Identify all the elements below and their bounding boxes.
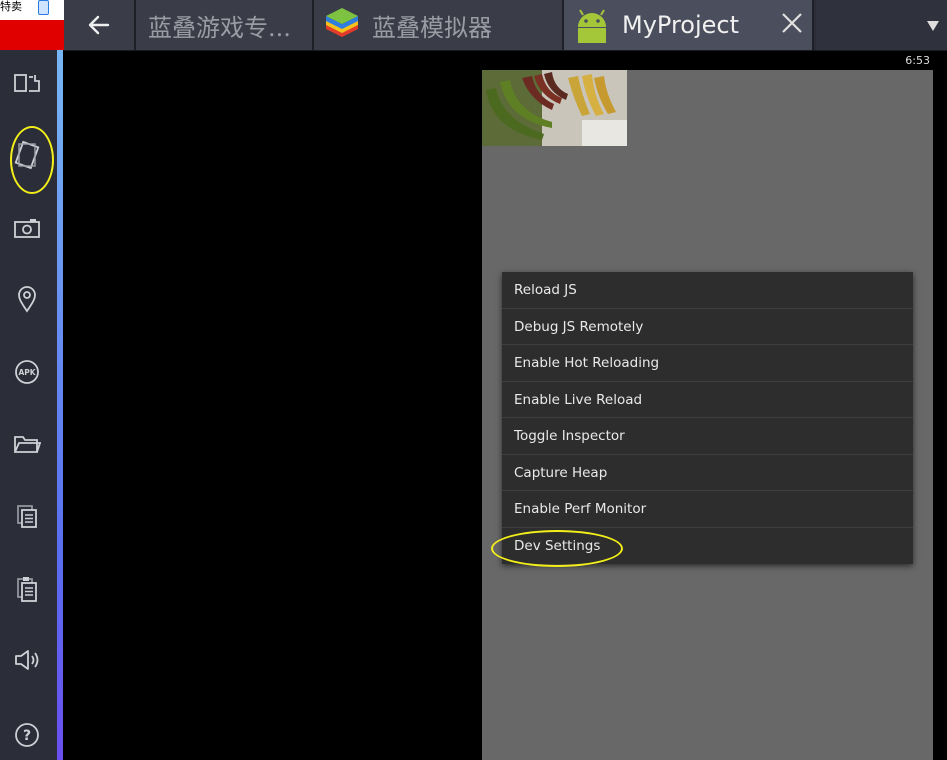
volume-button[interactable] <box>12 645 42 675</box>
menu-item-reload-js[interactable]: Reload JS <box>502 272 913 309</box>
copy-icon <box>17 505 37 528</box>
bananas-illustration <box>482 70 627 146</box>
apk-install-button[interactable]: APK <box>12 357 42 387</box>
android-icon <box>578 9 606 43</box>
corner-text: 特卖 <box>0 0 22 13</box>
tab-myproject[interactable]: MyProject <box>564 0 814 50</box>
location-button[interactable] <box>12 284 42 314</box>
rotate-screen-icon <box>14 140 40 170</box>
tab-bar: 蓝叠游戏专... 蓝叠模拟器 MyProject <box>64 0 947 51</box>
dual-screen-icon <box>14 74 40 92</box>
menu-item-enable-live-reload[interactable]: Enable Live Reload <box>502 382 913 418</box>
bananas-image <box>482 70 627 146</box>
rotate-screen-button[interactable] <box>12 140 42 170</box>
help-button[interactable]: ? <box>12 720 42 750</box>
tab-bluestacks-emulator[interactable]: 蓝叠模拟器 <box>314 0 564 50</box>
tab-label: MyProject <box>622 11 740 39</box>
tab-close-button[interactable] <box>780 11 804 41</box>
menu-item-enable-perf-monitor[interactable]: Enable Perf Monitor <box>502 491 913 528</box>
screenshot-button[interactable] <box>12 213 42 243</box>
menu-item-debug-js-remotely[interactable]: Debug JS Remotely <box>502 309 913 345</box>
location-pin-icon <box>18 286 36 313</box>
menu-item-toggle-inspector[interactable]: Toggle Inspector <box>502 418 913 455</box>
background-window-corner: 特卖 <box>0 0 64 50</box>
volume-icon <box>15 650 39 670</box>
camera-icon <box>14 219 40 238</box>
tab-bluestacks-games[interactable]: 蓝叠游戏专... <box>136 0 314 50</box>
arrow-left-icon <box>88 15 110 35</box>
apk-install-icon: APK <box>15 360 39 384</box>
back-button[interactable] <box>64 0 136 50</box>
chevron-down-icon <box>927 21 939 31</box>
tab-label: 蓝叠游戏专... <box>148 13 291 42</box>
paste-icon <box>17 577 37 602</box>
sidebar-accent-edge <box>57 50 63 760</box>
folder-button[interactable] <box>12 429 42 459</box>
apk-text: APK <box>18 368 36 377</box>
tab-dropdown-button[interactable] <box>816 0 947 50</box>
menu-item-enable-hot-reloading[interactable]: Enable Hot Reloading <box>502 345 913 382</box>
help-icon: ? <box>15 723 39 747</box>
red-banner <box>0 20 64 50</box>
bluestacks-logo-icon <box>326 8 358 37</box>
menu-item-dev-settings[interactable]: Dev Settings <box>502 528 913 565</box>
dev-menu-dialog: Reload JS Debug JS Remotely Enable Hot R… <box>502 272 913 564</box>
menu-item-capture-heap[interactable]: Capture Heap <box>502 455 913 491</box>
status-time: 6:53 <box>905 54 930 67</box>
help-text: ? <box>23 728 31 744</box>
copy-button[interactable] <box>12 501 42 531</box>
close-icon <box>782 13 802 33</box>
phone-icon <box>38 0 49 15</box>
paste-button[interactable] <box>12 574 42 604</box>
tab-label: 蓝叠模拟器 <box>372 13 492 42</box>
dual-screen-button[interactable] <box>12 68 42 98</box>
folder-icon <box>14 436 41 453</box>
